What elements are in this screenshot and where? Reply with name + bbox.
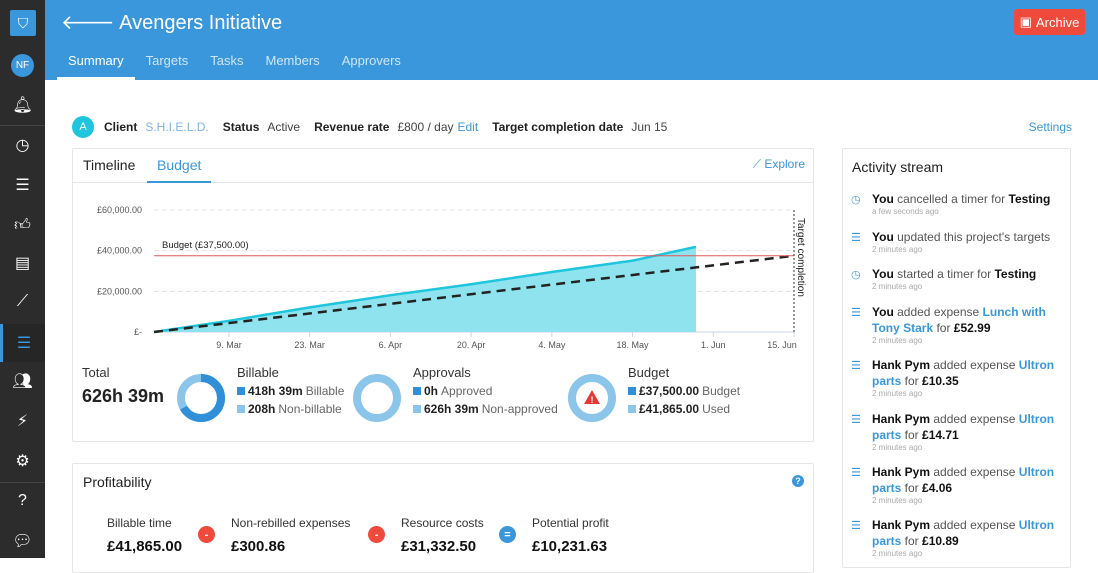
project-info: A ClientS.H.I.E.L.D. StatusActive Revenu… xyxy=(72,116,1072,138)
bell-icon[interactable]: 🔔︎ xyxy=(0,86,45,124)
clock-icon[interactable]: ◷ xyxy=(0,126,45,164)
client-link[interactable]: S.H.I.E.L.D. xyxy=(145,120,208,134)
x-tick-label: 23. Mar xyxy=(294,340,325,350)
thumbs-up-icon[interactable]: 👍︎ xyxy=(0,206,45,244)
x-tick-label: 18. May xyxy=(617,340,650,350)
user-avatar[interactable]: NF xyxy=(11,54,34,77)
minus-icon: - xyxy=(368,526,385,543)
chat-icon[interactable]: 💬︎ xyxy=(0,522,45,560)
archive-icon: ▣ xyxy=(1020,14,1032,30)
users-icon[interactable]: 👥︎ xyxy=(0,362,45,400)
help-icon[interactable]: ? xyxy=(792,475,804,487)
tab-summary[interactable]: Summary xyxy=(57,53,135,80)
billable-time: Billable time£41,865.00 xyxy=(107,516,182,555)
billable-donut xyxy=(176,373,226,423)
activity-item: ☰Hank Pym added expense Ultron parts for… xyxy=(851,357,1061,399)
total-stat: Total 626h 39m xyxy=(82,365,164,407)
client-avatar: A xyxy=(72,116,94,138)
sidebar: ⛉ NF 🔔︎ ◷ ☰ 👍︎ ▤ ⟋ ☰ 👥︎ ⚡︎ ⚙ ? 💬︎ xyxy=(0,0,45,558)
database-icon: ☰ xyxy=(851,518,861,534)
back-arrow-icon[interactable]: 🡐 xyxy=(61,12,119,34)
budget-donut: ! xyxy=(567,373,617,423)
non-rebilled-expenses: Non-rebilled expenses£300.86 xyxy=(231,516,350,555)
activity-item: ◷You started a timer for Testing2 minute… xyxy=(851,266,1061,292)
clock-icon: ◷ xyxy=(851,192,861,208)
resource-costs: Resource costs£31,332.50 xyxy=(401,516,484,555)
activity-item: ☰Hank Pym added expense Ultron parts for… xyxy=(851,464,1061,506)
database-icon: ☰ xyxy=(851,358,861,374)
clock-icon: ◷ xyxy=(851,267,861,283)
tab-tasks[interactable]: Tasks xyxy=(199,53,254,80)
tab-targets[interactable]: Targets xyxy=(135,53,200,80)
targets-icon: ☰ xyxy=(851,230,861,246)
page-title: 🡐 Avengers Initiative xyxy=(61,10,282,35)
archive-button[interactable]: ▣Archive xyxy=(1014,9,1085,35)
target-completion-label: Target completion xyxy=(795,218,806,297)
projects-icon[interactable]: ☰ xyxy=(0,324,45,362)
help-icon[interactable]: ? xyxy=(0,482,45,520)
x-tick-label: 9. Mar xyxy=(216,340,242,350)
project-header: 🡐 Avengers Initiative ▣Archive Summary T… xyxy=(45,0,1098,80)
chart-icon[interactable]: ⟋ xyxy=(0,283,45,321)
database-icon: ☰ xyxy=(851,305,861,321)
y-tick-label: £60,000.00 xyxy=(97,205,142,215)
activity-item: ◷You cancelled a timer for Testinga few … xyxy=(851,191,1061,217)
approvals-stat: Approvals 0hApproved 626h 39mNon-approve… xyxy=(413,365,558,416)
activity-item: ☰Hank Pym added expense Ultron parts for… xyxy=(851,517,1061,559)
x-tick-label: 1. Jun xyxy=(701,340,726,350)
y-tick-label: £- xyxy=(134,327,142,337)
database-icon: ☰ xyxy=(851,465,861,481)
database-icon: ☰ xyxy=(851,412,861,428)
budget-chart: £- £20,000.00 £40,000.00 £60,000.00 9. Mar 23… xyxy=(73,149,815,359)
y-tick-label: £40,000.00 xyxy=(97,246,142,256)
activity-stream: Activity stream ◷You cancelled a timer f… xyxy=(842,148,1071,568)
minus-icon: - xyxy=(198,526,215,543)
y-tick-label: £20,000.00 xyxy=(97,286,142,296)
database-icon[interactable]: ☰ xyxy=(0,166,45,204)
billable-stat: Billable 418h 39mBillable 208hNon-billab… xyxy=(237,365,344,416)
profitability-card: Profitability ? Billable time£41,865.00 … xyxy=(72,463,814,573)
settings-link[interactable]: Settings xyxy=(1029,120,1072,134)
edit-rate-link[interactable]: Edit xyxy=(458,120,479,134)
svg-text:!: ! xyxy=(591,395,594,405)
x-tick-label: 15. Jun xyxy=(767,340,797,350)
tab-approvers[interactable]: Approvers xyxy=(331,53,412,80)
potential-profit: Potential profit£10,231.63 xyxy=(532,516,609,555)
x-tick-label: 20. Apr xyxy=(457,340,486,350)
budget-label: Budget (£37,500.00) xyxy=(162,240,249,251)
activity-item: ☰You updated this project's targets2 min… xyxy=(851,229,1061,255)
tab-members[interactable]: Members xyxy=(255,53,331,80)
x-tick-label: 6. Apr xyxy=(379,340,403,350)
app-logo-icon[interactable]: ⛉ xyxy=(10,10,36,36)
document-icon[interactable]: ▤ xyxy=(0,244,45,282)
approvals-donut xyxy=(352,373,402,423)
activity-item: ☰You added expense Lunch with Tony Stark… xyxy=(851,304,1061,346)
gear-icon[interactable]: ⚙ xyxy=(0,442,45,480)
activity-item: ☰Hank Pym added expense Ultron parts for… xyxy=(851,411,1061,453)
x-tick-label: 4. May xyxy=(538,340,566,350)
budget-card: Timeline Budget ⟋ Explore £-£20,000.00£4… xyxy=(72,148,814,442)
equals-icon: = xyxy=(499,526,516,543)
plug-icon[interactable]: ⚡︎ xyxy=(0,402,45,440)
budget-stat: Budget £37,500.00Budget £41,865.00Used xyxy=(628,365,740,416)
